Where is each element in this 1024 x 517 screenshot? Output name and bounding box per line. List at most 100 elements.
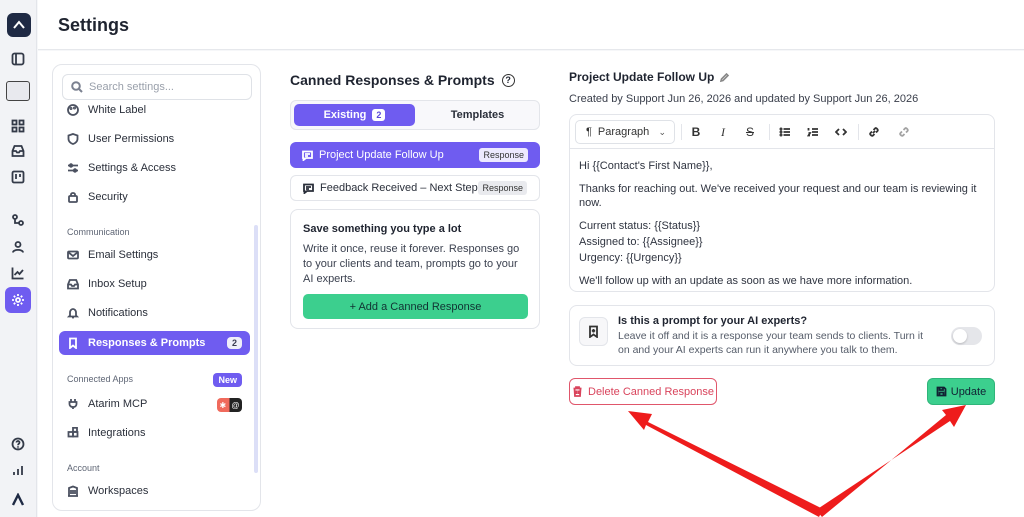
section-label-account: Account — [67, 463, 100, 473]
bold-icon[interactable]: B — [688, 124, 704, 140]
response-meta: Created by Support Jun 26, 2026 and upda… — [569, 93, 919, 105]
message-icon — [303, 183, 314, 194]
page-title: Settings — [58, 15, 130, 35]
response-item-project-update[interactable]: Project Update Follow Up Response — [290, 142, 540, 168]
empty-tip-card: Save something you type a lot Write it o… — [290, 209, 540, 329]
response-title: Project Update Follow Up — [569, 70, 730, 84]
inbox-icon[interactable] — [9, 142, 27, 160]
toolbar-divider — [681, 124, 682, 140]
new-badge: New — [213, 373, 242, 387]
palette-icon — [67, 104, 79, 116]
mail-icon — [67, 250, 79, 260]
search-input[interactable] — [89, 81, 249, 93]
settings-sidebar: White Label User Permissions Settings & … — [52, 64, 261, 511]
editor-line: Current status: {{Status}} — [579, 220, 701, 232]
link-icon[interactable] — [866, 124, 882, 140]
editor-line: Urgency: {{Urgency}} — [579, 252, 682, 264]
sidebar-item-settings-access[interactable]: Settings & Access — [59, 156, 250, 180]
canned-title: Canned Responses & Prompts ? — [290, 72, 515, 88]
lock-icon — [68, 192, 78, 203]
ai-prompt-toggle[interactable] — [951, 327, 982, 345]
sidebar-item-inbox-setup[interactable]: Inbox Setup — [59, 272, 250, 296]
responses-count-badge: 2 — [226, 337, 242, 349]
pilcrow-icon: ¶ — [586, 126, 592, 138]
help-icon[interactable] — [9, 435, 27, 453]
paragraph-select[interactable]: ¶ Paragraph ⌄ — [575, 120, 675, 144]
code-icon[interactable] — [833, 124, 849, 140]
sidebar-item-workspaces[interactable]: Workspaces — [59, 479, 250, 503]
sidebar-item-label: Settings & Access — [88, 162, 177, 174]
mcp-app-icons: ✱ @ — [217, 398, 242, 412]
search-box[interactable] — [62, 74, 252, 100]
ai-prompt-description: Leave it off and it is a response your t… — [618, 330, 924, 356]
canned-tabs: Existing 2 Templates — [290, 100, 540, 130]
sidebar-item-label: Security — [88, 191, 128, 203]
settings-gear-icon[interactable] — [5, 287, 31, 313]
sidebar-item-label: White Label — [88, 104, 147, 116]
board-icon[interactable] — [9, 168, 27, 186]
grid-icon[interactable] — [9, 117, 27, 135]
rich-text-editor: ¶ Paragraph ⌄ B I S Hi {{Contact's First… — [569, 114, 995, 292]
search-icon — [71, 81, 83, 93]
strikethrough-icon[interactable]: S — [742, 124, 758, 140]
building-icon — [68, 485, 78, 497]
trash-icon — [573, 386, 582, 397]
bookmark-plus-icon — [579, 317, 608, 346]
sidebar-item-label: Integrations — [88, 427, 146, 439]
user-icon[interactable] — [9, 238, 27, 256]
sidebar-item-label: Responses & Prompts — [88, 337, 206, 349]
section-label-communication: Communication — [67, 227, 130, 237]
chevron-down-icon: ⌄ — [658, 126, 666, 137]
app-rail — [0, 0, 37, 517]
page-header: Settings — [38, 0, 1024, 50]
bell-icon — [67, 308, 79, 319]
stats-icon[interactable] — [9, 461, 27, 479]
editor-line: Thanks for reaching out. We've received … — [579, 183, 977, 209]
puzzle-icon — [67, 427, 79, 438]
tab-existing[interactable]: Existing 2 — [294, 104, 415, 126]
app-logo-icon[interactable] — [7, 13, 31, 37]
editor-line: We'll follow up with an update as soon a… — [579, 275, 913, 287]
sidebar-item-label: Email Settings — [88, 249, 159, 261]
screen-icon[interactable] — [6, 81, 30, 101]
section-label-connected-apps: Connected Apps — [67, 374, 134, 384]
unlink-icon[interactable] — [896, 124, 912, 140]
help-icon[interactable]: ? — [501, 73, 515, 87]
add-canned-response-button[interactable]: + Add a Canned Response — [303, 294, 528, 319]
italic-icon[interactable]: I — [715, 124, 731, 140]
pencil-icon[interactable] — [719, 72, 730, 83]
tip-description: Write it once, reuse it forever. Respons… — [303, 243, 520, 285]
sidebar-scrollbar[interactable] — [254, 225, 258, 473]
inbox-icon — [67, 279, 79, 290]
tab-templates[interactable]: Templates — [417, 104, 538, 126]
update-button[interactable]: Update — [927, 378, 995, 405]
editor-content[interactable]: Hi {{Contact's First Name}}, Thanks for … — [570, 149, 994, 291]
chart-icon[interactable] — [9, 264, 27, 282]
sidebar-item-responses-prompts[interactable]: Responses & Prompts 2 — [59, 331, 250, 355]
ai-prompt-card: Is this a prompt for your AI experts? Le… — [569, 305, 995, 366]
shield-icon — [67, 133, 79, 145]
sidebar-item-label: Notifications — [88, 307, 148, 319]
tip-title: Save something you type a lot — [303, 223, 462, 235]
numbered-list-icon[interactable] — [805, 124, 821, 140]
existing-count-badge: 2 — [372, 109, 386, 121]
toolbar-divider — [769, 124, 770, 140]
editor-toolbar: ¶ Paragraph ⌄ B I S — [570, 115, 994, 149]
sidebar-item-notifications[interactable]: Notifications — [59, 301, 250, 325]
brand-a-icon[interactable] — [9, 491, 27, 509]
response-tag: Response — [478, 181, 527, 195]
sidebar-item-security[interactable]: Security — [59, 185, 250, 209]
message-icon — [302, 150, 313, 161]
workflow-icon[interactable] — [9, 211, 27, 229]
delete-canned-response-button[interactable]: Delete Canned Response — [569, 378, 717, 405]
sidebar-item-label: Atarim MCP — [88, 398, 148, 410]
sidebar-item-user-permissions[interactable]: User Permissions — [59, 127, 250, 151]
bullet-list-icon[interactable] — [777, 124, 793, 140]
sidebar-item-white-label[interactable]: White Label — [59, 98, 250, 122]
response-tag: Response — [479, 148, 528, 162]
panel-icon[interactable] — [9, 50, 27, 68]
editor-line: Assigned to: {{Assignee}} — [579, 236, 703, 248]
response-item-feedback-received[interactable]: Feedback Received – Next Steps Response — [290, 175, 540, 201]
sidebar-item-integrations[interactable]: Integrations — [59, 421, 250, 445]
sidebar-item-email-settings[interactable]: Email Settings — [59, 243, 250, 267]
